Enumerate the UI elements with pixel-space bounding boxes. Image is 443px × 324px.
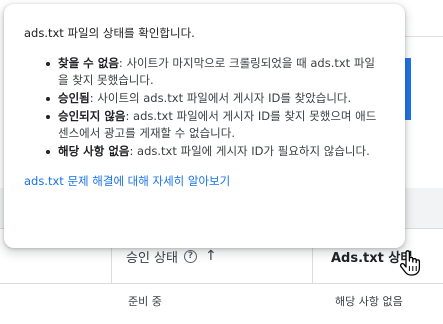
accent-bar [405, 58, 411, 120]
status-description: 사이트의 ads.txt 파일에서 게시자 ID를 찾았습니다. [97, 91, 352, 105]
list-item: 해당 사항 없음: ads.txt 파일에 게시자 ID가 필요하지 않습니다. [46, 143, 385, 160]
list-item: 승인되지 않음: ads.txt 파일에서 게시자 ID를 찾지 못했으며 애드… [46, 108, 385, 142]
status-term: 승인되지 않음 [58, 109, 126, 123]
cell-approval-status: 준비 중 [128, 295, 162, 308]
learn-more-link[interactable]: ads.txt 문제 해결에 대해 자세히 알아보기 [24, 173, 230, 190]
header-approval-status-label: 승인 상태 [126, 250, 178, 266]
status-definition-list: 찾을 수 없음: 사이트가 마지막으로 크롤링되었을 때 ads.txt 파일을… [24, 55, 385, 160]
tooltip-title: ads.txt 파일의 상태를 확인합니다. [24, 26, 195, 40]
status-term: 승인됨 [58, 91, 90, 105]
ads-txt-status-tooltip: ads.txt 파일의 상태를 확인합니다. 찾을 수 없음: 사이트가 마지막… [4, 4, 405, 248]
status-description: ads.txt 파일에 게시자 ID가 필요하지 않습니다. [137, 144, 370, 158]
table-row[interactable]: 준비 중 해당 사항 없음 [0, 284, 443, 324]
status-term: 해당 사항 없음 [58, 144, 130, 158]
hand-pointer-cursor-icon [399, 250, 421, 276]
cell-ads-txt-status: 해당 사항 없음 [335, 295, 403, 308]
sort-ascending-icon[interactable]: ↑ [205, 248, 217, 264]
help-icon[interactable]: ? [183, 249, 197, 263]
status-term: 찾을 수 없음 [58, 56, 119, 70]
list-item: 찾을 수 없음: 사이트가 마지막으로 크롤링되었을 때 ads.txt 파일을… [46, 55, 385, 89]
table-top-border [405, 36, 443, 37]
list-item: 승인됨: 사이트의 ads.txt 파일에서 게시자 ID를 찾았습니다. [46, 90, 385, 107]
